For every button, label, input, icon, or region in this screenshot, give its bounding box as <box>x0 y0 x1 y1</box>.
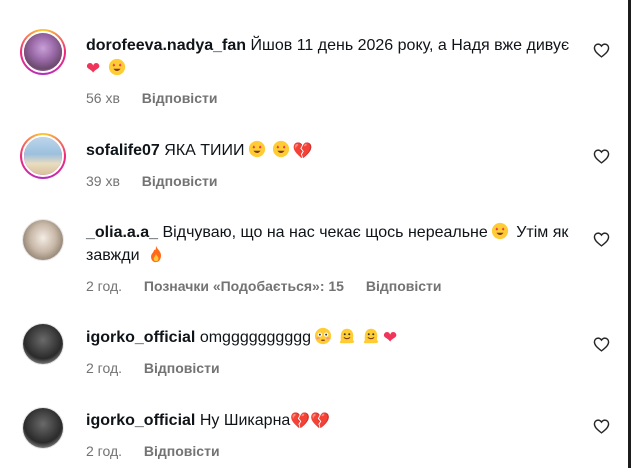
comment-username[interactable]: igorko_official <box>86 329 195 346</box>
heart-eyes-emoji-icon <box>108 58 125 76</box>
avatar[interactable] <box>22 219 64 261</box>
fire-emoji-icon <box>151 245 161 263</box>
broken-heart-emoji-icon: 💔 <box>290 413 311 430</box>
melting-face-emoji-icon <box>339 328 355 344</box>
heart-emoji-icon: ❤ <box>86 59 101 78</box>
comment-meta: 2 год. Позначки «Подобається»: 15 Відпов… <box>86 278 460 294</box>
comment-body: ЯКА ТИИИ <box>164 142 245 159</box>
avatar[interactable] <box>22 407 64 449</box>
comment-username[interactable]: _olia.a.a_ <box>86 224 158 241</box>
comment-text: dorofeeva.nadya_fan Йшов 11 день 2026 ро… <box>86 34 576 80</box>
reply-button[interactable]: Відповісти <box>142 173 218 189</box>
reply-button[interactable]: Відповісти <box>144 360 220 376</box>
broken-heart-emoji-icon: 💔 <box>292 143 313 160</box>
broken-heart-emoji-icon: 💔 <box>310 413 331 430</box>
reply-button[interactable]: Відповісти <box>142 90 218 106</box>
comment-meta: 2 год. Відповісти <box>86 443 238 459</box>
comment-meta: 2 год. Відповісти <box>86 360 238 376</box>
heart-outline-icon[interactable] <box>593 42 610 59</box>
comment-text: igorko_official Ну Шикарна💔💔 <box>86 409 576 433</box>
heart-emoji-icon: ❤ <box>383 328 398 347</box>
comment-username[interactable]: dorofeeva.nadya_fan <box>86 37 246 54</box>
avatar[interactable] <box>20 133 66 179</box>
reply-button[interactable]: Відповісти <box>144 443 220 459</box>
flushed-emoji-icon <box>314 327 332 345</box>
comment-text: igorko_official omgggggggggg ❤ <box>86 326 576 349</box>
melting-face-emoji-icon <box>363 328 379 344</box>
comment-time: 2 год. <box>86 443 123 459</box>
heart-outline-icon[interactable] <box>593 148 610 165</box>
comment-body: Йшов 11 день 2026 року, а Надя вже дивує <box>250 37 570 54</box>
comment-time: 2 год. <box>86 360 123 376</box>
comment-time: 39 хв <box>86 173 120 189</box>
heart-eyes-emoji-icon <box>248 140 265 158</box>
comment-time: 2 год. <box>86 278 123 294</box>
likes-count-link[interactable]: Позначки «Подобається»: 15 <box>144 278 344 294</box>
comment-meta: 39 хв Відповісти <box>86 173 235 189</box>
comment-meta: 56 хв Відповісти <box>86 90 235 106</box>
comment-username[interactable]: sofalife07 <box>86 142 160 159</box>
heart-eyes-emoji-icon <box>272 140 289 158</box>
comment-text: _olia.a.a_ Відчуваю, що на нас чекає щос… <box>86 221 576 267</box>
comment-username[interactable]: igorko_official <box>86 412 195 429</box>
comment-body: Відчуваю, що на нас чекає щось нереальне <box>162 224 488 241</box>
heart-outline-icon[interactable] <box>593 336 610 353</box>
reply-button[interactable]: Відповісти <box>366 278 442 294</box>
avatar[interactable] <box>22 323 64 365</box>
heart-outline-icon[interactable] <box>593 231 610 248</box>
comment-text: sofalife07 ЯКА ТИИИ 💔 <box>86 139 576 163</box>
heart-eyes-emoji-icon <box>491 222 508 240</box>
comment-body: Ну Шикарна <box>199 412 291 429</box>
heart-outline-icon[interactable] <box>593 418 610 435</box>
comment-body: omgggggggggg <box>199 329 312 346</box>
avatar[interactable] <box>20 29 66 75</box>
comment-time: 56 хв <box>86 90 120 106</box>
